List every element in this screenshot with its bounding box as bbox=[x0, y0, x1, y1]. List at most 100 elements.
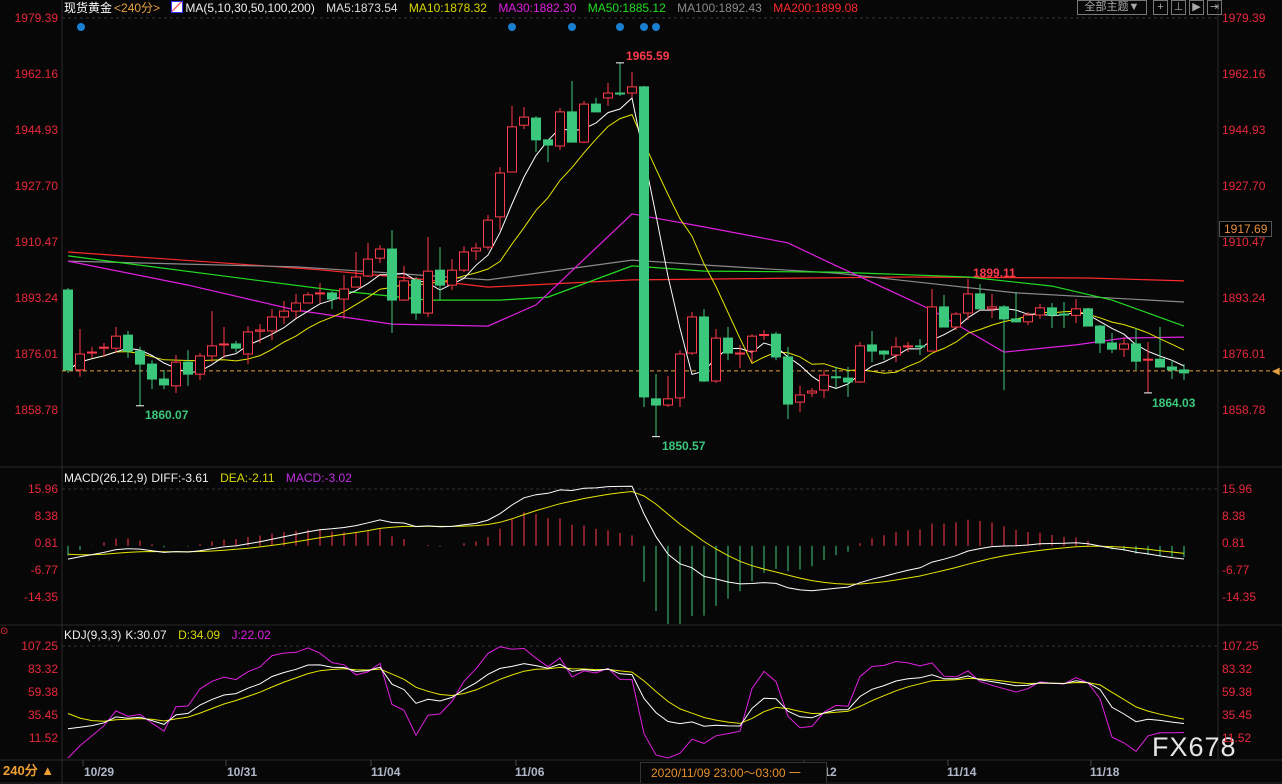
candle-up bbox=[423, 270, 433, 314]
candle-down bbox=[699, 316, 709, 382]
kdj-d: D:34.09 bbox=[178, 628, 221, 642]
macd-axis-label: -6.77 bbox=[30, 563, 58, 577]
candle-up bbox=[711, 337, 721, 382]
candle-up bbox=[375, 248, 385, 259]
candle-down bbox=[651, 398, 661, 406]
candle-down bbox=[1179, 369, 1189, 374]
candle-down bbox=[843, 377, 853, 383]
period-label[interactable]: <240分> bbox=[114, 1, 160, 15]
kdj-axis-label: 59.38 bbox=[27, 685, 58, 699]
candle-up bbox=[675, 353, 685, 399]
macd-header: MACD(26,12,9) DIFF:-3.61 DEA:-2.11 MACD:-… bbox=[64, 471, 360, 485]
price-axis-label: 1962.16 bbox=[1222, 67, 1266, 81]
price-axis-label: 1876.01 bbox=[14, 347, 58, 361]
ma5-value: MA5:1873.54 bbox=[326, 1, 398, 15]
move-right-icon[interactable]: ⇥ bbox=[1207, 0, 1222, 15]
candle-down bbox=[231, 343, 241, 349]
candle-down bbox=[783, 356, 793, 405]
macd-axis-label: 8.38 bbox=[34, 509, 58, 523]
candle-down bbox=[1047, 307, 1057, 316]
candle-up bbox=[315, 292, 325, 295]
x-label: 11/18 bbox=[1090, 765, 1120, 779]
crosshair-icon[interactable]: + bbox=[1153, 0, 1168, 15]
play-icon[interactable]: ▶ bbox=[1189, 0, 1204, 15]
candle-up bbox=[447, 269, 457, 286]
candle-down bbox=[327, 292, 337, 300]
candle-down bbox=[387, 248, 397, 301]
candle-up bbox=[795, 394, 805, 403]
candle-up bbox=[855, 345, 865, 383]
candle-up bbox=[207, 345, 217, 357]
candle-down bbox=[639, 86, 649, 398]
price-axis-label: 1927.70 bbox=[1222, 179, 1266, 193]
candle-up bbox=[747, 335, 757, 352]
candle-up bbox=[363, 258, 373, 277]
macd-axis-label: 0.81 bbox=[34, 536, 58, 550]
candle-up bbox=[195, 355, 205, 375]
settings-icon[interactable]: ⊙ bbox=[0, 625, 8, 639]
candle-up bbox=[87, 351, 97, 354]
candle-up bbox=[987, 306, 997, 310]
candle-down bbox=[135, 350, 145, 365]
d-line bbox=[67, 666, 1185, 724]
kdj-name[interactable]: KDJ(9,3,3) bbox=[64, 628, 121, 642]
signal-dot bbox=[77, 23, 85, 31]
candle-up bbox=[483, 219, 493, 248]
macd-name[interactable]: MACD(26,12,9) bbox=[64, 471, 147, 485]
candle-down bbox=[1011, 318, 1021, 323]
candle-up bbox=[735, 352, 745, 355]
signal-dot bbox=[652, 23, 660, 31]
candle-down bbox=[567, 111, 577, 143]
candle-up bbox=[471, 247, 481, 252]
macd-dea: DEA:-2.11 bbox=[220, 471, 275, 485]
zoom-range-icon[interactable]: ⊥ bbox=[1171, 0, 1186, 15]
candle-down bbox=[63, 289, 73, 371]
signal-dot bbox=[616, 23, 624, 31]
kdj-k: K:30.07 bbox=[125, 628, 167, 642]
ma50-value: MA50:1885.12 bbox=[587, 1, 666, 15]
candle-up bbox=[1035, 307, 1045, 316]
candle-down bbox=[159, 378, 169, 386]
candle-up bbox=[303, 294, 313, 304]
price-axis-label: 1962.16 bbox=[14, 67, 58, 81]
indicator-chart-icon[interactable] bbox=[171, 1, 184, 13]
theme-dropdown[interactable]: 全部主题▼ bbox=[1077, 0, 1147, 15]
candle-up bbox=[627, 86, 637, 94]
kdj-axis-label: 35.45 bbox=[27, 708, 58, 722]
candle-down bbox=[867, 344, 877, 352]
candle-up bbox=[663, 398, 673, 406]
kdj-axis-label: 83.32 bbox=[1222, 662, 1253, 676]
candle-up bbox=[219, 343, 229, 346]
chart-canvas[interactable] bbox=[0, 0, 1282, 784]
candle-up bbox=[99, 346, 109, 349]
candle-down bbox=[975, 293, 985, 310]
candle-up bbox=[951, 313, 961, 328]
candle-down bbox=[435, 269, 445, 286]
candle-up bbox=[759, 334, 769, 337]
candle-up bbox=[339, 288, 349, 300]
macd-axis-label: -6.77 bbox=[1222, 563, 1250, 577]
macd-axis-label: 15.96 bbox=[1222, 482, 1253, 496]
candle-up bbox=[267, 316, 277, 332]
ma-params[interactable]: MA(5,10,30,50,100,200) bbox=[185, 1, 314, 15]
candle-up bbox=[555, 111, 565, 147]
candle-up bbox=[1023, 314, 1033, 323]
candle-up bbox=[891, 346, 901, 356]
period-selector[interactable]: 240分 ▲ bbox=[3, 764, 54, 778]
price-axis-label: 1858.78 bbox=[14, 403, 58, 417]
macd-value: MACD:-3.02 bbox=[285, 471, 352, 485]
price-axis-label: 1893.24 bbox=[14, 291, 58, 305]
candle-up bbox=[111, 335, 121, 349]
low-label: 1850.57 bbox=[662, 439, 706, 453]
price-axis-label: 1927.70 bbox=[14, 179, 58, 193]
kdj-axis-label: 107.25 bbox=[1222, 639, 1259, 653]
k-line bbox=[67, 663, 1185, 730]
candle-up bbox=[459, 251, 469, 271]
candle-down bbox=[531, 117, 541, 141]
ma10-line bbox=[67, 113, 1185, 374]
candle-up bbox=[963, 293, 973, 314]
candle-up bbox=[819, 374, 829, 391]
candle-down bbox=[591, 103, 601, 113]
ma30-line bbox=[67, 213, 1185, 353]
candle-up bbox=[1143, 358, 1153, 361]
